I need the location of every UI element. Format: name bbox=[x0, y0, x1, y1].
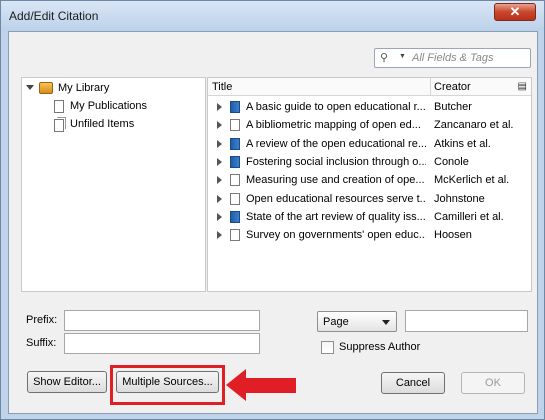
cancel-button[interactable]: Cancel bbox=[381, 372, 445, 394]
title-bar: Add/Edit Citation ✕ bbox=[1, 1, 544, 31]
show-editor-button[interactable]: Show Editor... bbox=[27, 371, 107, 393]
expand-twisty-icon[interactable] bbox=[217, 157, 222, 166]
tree-item-my-publications[interactable]: My Publications bbox=[52, 98, 202, 115]
tree-item-label: My Library bbox=[58, 82, 110, 94]
column-header-title[interactable]: Title bbox=[212, 81, 232, 93]
collection-tree[interactable]: My Library My Publications Unfiled Items bbox=[21, 77, 206, 292]
tree-item-label: My Publications bbox=[70, 100, 148, 112]
prefix-input[interactable] bbox=[64, 310, 260, 331]
expand-twisty-icon[interactable] bbox=[217, 139, 222, 148]
book-icon bbox=[230, 210, 240, 223]
locator-select[interactable]: Page bbox=[317, 311, 397, 332]
row-creator: Conole bbox=[434, 155, 469, 168]
column-header-creator[interactable]: Creator bbox=[434, 81, 471, 93]
expand-twisty-icon[interactable] bbox=[217, 231, 222, 240]
row-title: Fostering social inclusion through o... bbox=[246, 155, 426, 168]
items-table[interactable]: Title Creator ▤ A basic guide to open ed… bbox=[207, 77, 532, 292]
row-title: A review of the open educational re... bbox=[246, 137, 426, 150]
document-icon bbox=[230, 174, 240, 187]
row-title: Measuring use and creation of ope... bbox=[246, 174, 425, 187]
prefix-label: Prefix: bbox=[26, 314, 58, 326]
publications-icon bbox=[54, 100, 64, 113]
row-creator: Johnstone bbox=[434, 192, 485, 205]
red-arrow-annotation-icon bbox=[226, 369, 296, 401]
document-icon bbox=[230, 119, 240, 132]
row-title: State of the art review of quality iss..… bbox=[246, 210, 426, 223]
chevron-down-icon bbox=[382, 320, 390, 325]
search-field[interactable]: ⚲ ▼ All Fields & Tags bbox=[374, 48, 531, 68]
row-creator: Hoosen bbox=[434, 229, 472, 242]
row-creator: Butcher bbox=[434, 101, 472, 113]
expand-twisty-icon[interactable] bbox=[217, 121, 222, 130]
tree-item-label: Unfiled Items bbox=[70, 118, 135, 130]
book-icon bbox=[230, 101, 240, 113]
table-row[interactable]: Measuring use and creation of ope... McKe… bbox=[208, 171, 531, 189]
table-row[interactable]: Survey on governments' open educ... Hoose… bbox=[208, 226, 531, 244]
table-row[interactable]: State of the art review of quality iss..… bbox=[208, 208, 531, 226]
expand-twisty-icon[interactable] bbox=[217, 103, 222, 111]
document-icon bbox=[230, 229, 240, 242]
row-title: Survey on governments' open educ... bbox=[246, 229, 426, 242]
row-creator: Zancanaro et al. bbox=[434, 119, 514, 132]
expand-twisty-icon[interactable] bbox=[217, 194, 222, 203]
suppress-author-label[interactable]: Suppress Author bbox=[339, 341, 420, 353]
citation-dialog: Add/Edit Citation ✕ ⚲ ▼ All Fields & Tag… bbox=[0, 0, 545, 420]
suffix-label: Suffix: bbox=[26, 337, 57, 349]
search-icon[interactable]: ⚲ bbox=[380, 51, 388, 64]
row-title: A bibliometric mapping of open ed... bbox=[246, 119, 421, 132]
tree-item-unfiled-items[interactable]: Unfiled Items bbox=[52, 116, 202, 133]
locator-input[interactable] bbox=[405, 310, 528, 332]
table-row[interactable]: A review of the open educational re... At… bbox=[208, 135, 531, 153]
table-row[interactable]: Fostering social inclusion through o... C… bbox=[208, 153, 531, 171]
close-button[interactable]: ✕ bbox=[494, 3, 536, 21]
tree-item-my-library[interactable]: My Library bbox=[26, 80, 201, 97]
suffix-input[interactable] bbox=[64, 333, 260, 354]
column-picker-icon[interactable]: ▤ bbox=[518, 81, 527, 92]
column-separator[interactable] bbox=[430, 78, 431, 96]
locator-select-value: Page bbox=[323, 316, 349, 328]
library-icon bbox=[39, 82, 53, 94]
table-row[interactable]: Open educational resources serve t... Joh… bbox=[208, 190, 531, 208]
expand-twisty-icon[interactable] bbox=[217, 176, 222, 185]
row-creator: Atkins et al. bbox=[434, 137, 491, 150]
table-header: Title Creator ▤ bbox=[208, 78, 531, 96]
suppress-author-checkbox[interactable] bbox=[321, 341, 334, 354]
row-creator: Camilleri et al. bbox=[434, 210, 504, 223]
row-title: A basic guide to open educational r... bbox=[246, 101, 426, 113]
row-creator: McKerlich et al. bbox=[434, 174, 510, 187]
table-row[interactable]: A bibliometric mapping of open ed... Zanc… bbox=[208, 116, 531, 134]
search-mode-dropdown-icon[interactable]: ▼ bbox=[399, 53, 406, 60]
book-icon bbox=[230, 137, 240, 150]
search-placeholder: All Fields & Tags bbox=[412, 52, 494, 64]
table-row[interactable]: A basic guide to open educational r... Bu… bbox=[208, 98, 531, 116]
unfiled-items-icon bbox=[54, 117, 66, 132]
highlight-annotation-box bbox=[110, 365, 225, 405]
dialog-body: ⚲ ▼ All Fields & Tags My Library My Publ… bbox=[8, 31, 538, 414]
book-icon bbox=[230, 155, 240, 168]
expand-twisty-icon[interactable] bbox=[217, 212, 222, 221]
ok-button[interactable]: OK bbox=[461, 372, 525, 394]
window-title: Add/Edit Citation bbox=[9, 9, 99, 23]
row-title: Open educational resources serve t... bbox=[246, 192, 426, 205]
document-icon bbox=[230, 192, 240, 205]
collapse-twisty-icon[interactable] bbox=[26, 85, 34, 90]
